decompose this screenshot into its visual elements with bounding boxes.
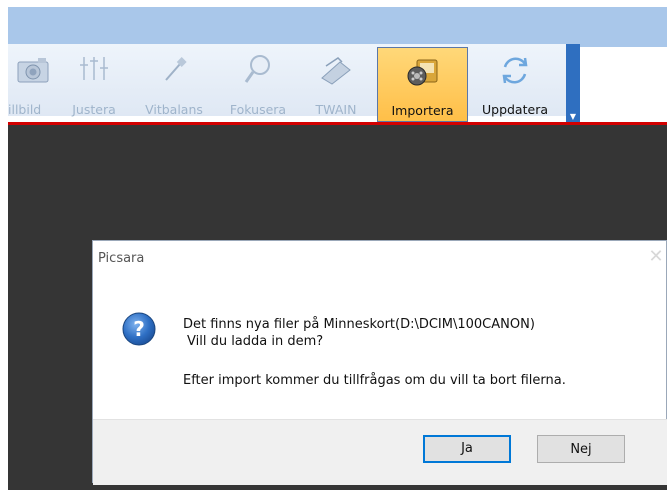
toolbar-item-justera: Justera (66, 50, 122, 122)
camera-icon (16, 52, 52, 88)
sliders-icon (76, 52, 112, 88)
toolbar-item-label: TWAIN (315, 102, 357, 117)
magnifier-icon (240, 52, 276, 88)
dialog-message-line: Efter import kommer du tillfrågas om du … (183, 373, 566, 388)
toolbar-item-label: Fokusera (229, 102, 287, 117)
no-button[interactable]: Nej (537, 435, 625, 463)
eyedropper-icon (156, 52, 192, 88)
toolbar-item-label: Uppdatera (481, 102, 548, 117)
refresh-icon (497, 52, 533, 88)
yes-button[interactable]: Ja (423, 435, 511, 463)
title-bar (8, 7, 667, 47)
close-icon[interactable]: ✕ (646, 247, 666, 267)
dialog-message-line: Det finns nya filer på Minneskort(D:\DCI… (183, 317, 535, 332)
svg-text:?: ? (133, 317, 145, 341)
toolbar-item-fokusera: Fokusera (222, 50, 294, 122)
toolbar-item-vitbalans: Vitbalans (138, 50, 210, 122)
app-window: illbild Justera Vitbalans Fokusera TWAIN… (0, 0, 667, 490)
import-dialog: Picsara ✕ ? Det finns nya filer på Minne… (92, 240, 667, 485)
dialog-message-line: Vill du ladda in dem? (187, 334, 324, 349)
toolbar-item-label: Justera (72, 102, 116, 117)
toolbar-item-label: illbild (8, 102, 42, 117)
scanner-icon (318, 52, 354, 88)
toolbar-item-label: Importera (391, 103, 454, 118)
ribbon-expand-button[interactable]: ▼ (566, 44, 580, 124)
toolbar-item-stillbild: illbild (8, 50, 60, 122)
dropdown-arrow-icon: ▼ (569, 112, 577, 121)
toolbar-item-importera[interactable]: Importera (377, 47, 468, 122)
toolbar-item-label: Vitbalans (145, 102, 203, 117)
import-folder-icon (405, 54, 441, 90)
dialog-title: Picsara (98, 251, 145, 266)
toolbar-item-uppdatera[interactable]: Uppdatera (474, 50, 556, 122)
question-icon: ? (121, 311, 157, 347)
toolbar-item-twain: TWAIN (308, 50, 364, 122)
